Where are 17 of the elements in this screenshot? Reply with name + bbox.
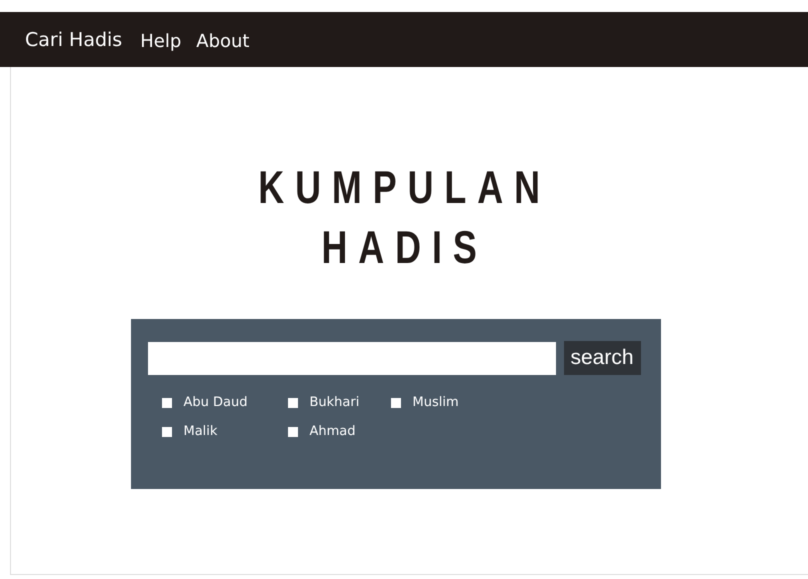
checkbox[interactable] — [288, 398, 298, 408]
page-title: KUMPULAN — [258, 160, 551, 215]
checkbox[interactable] — [162, 398, 172, 408]
nav-link[interactable]: About — [196, 31, 250, 52]
page-title: HADIS — [321, 220, 488, 275]
checkbox-label: Ahmad — [310, 424, 356, 439]
checkbox-label: Muslim — [412, 395, 459, 410]
checkbox-label: Abu Daud — [184, 395, 248, 410]
checkbox[interactable] — [288, 426, 298, 436]
brand-link[interactable]: Cari Hadis — [25, 28, 122, 50]
search-button[interactable]: search — [564, 341, 641, 375]
checkbox-label: Bukhari — [310, 395, 360, 410]
search-field[interactable] — [148, 342, 556, 374]
checkbox-label: Malik — [184, 424, 218, 439]
nav-link[interactable]: Help — [140, 31, 182, 52]
checkbox[interactable] — [390, 398, 400, 408]
checkbox[interactable] — [162, 426, 172, 436]
